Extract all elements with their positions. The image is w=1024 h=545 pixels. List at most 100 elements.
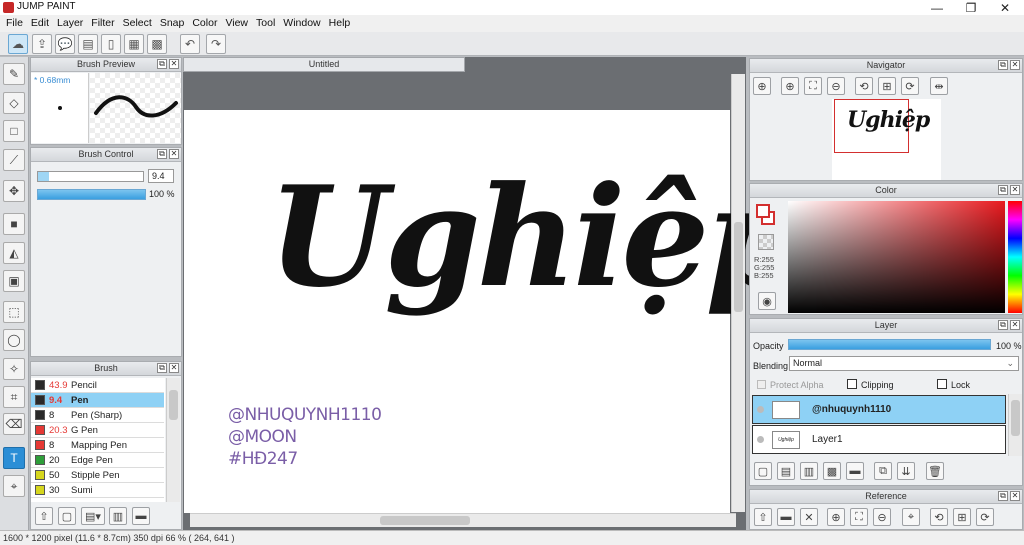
close-icon[interactable]: ✕ — [169, 363, 179, 373]
line-tool-icon[interactable]: ⟋ — [3, 149, 25, 171]
close-icon[interactable]: ✕ — [169, 59, 179, 69]
background-color-swatch[interactable] — [756, 204, 770, 218]
popout-icon[interactable]: ⧉ — [157, 363, 167, 373]
new-tone-layer-icon[interactable]: ▩ — [823, 462, 841, 480]
layer-item[interactable]: Ughiệp Layer1 — [752, 425, 1006, 454]
marquee-tool-icon[interactable]: ⬚ — [3, 301, 25, 323]
brush-item[interactable]: 43.9 Pencil — [31, 378, 164, 393]
reference-fit-icon[interactable]: ⛶ — [850, 508, 868, 526]
close-icon[interactable]: ✕ — [1010, 491, 1020, 501]
color-saturation-field[interactable] — [788, 201, 1005, 313]
brush-menu-icon[interactable]: ▤▾ — [81, 507, 105, 525]
reference-rotate-right-icon[interactable]: ⟳ — [976, 508, 994, 526]
maximize-button[interactable]: ❐ — [954, 0, 988, 15]
brush-size-input[interactable]: 9.4 — [148, 169, 174, 183]
hue-slider[interactable] — [1008, 201, 1022, 313]
flip-horizontal-icon[interactable]: ⇹ — [930, 77, 948, 95]
brush-item[interactable]: 8 Pen (Sharp) — [31, 408, 164, 423]
speech-bubble-icon[interactable]: 💬 — [55, 34, 75, 54]
popout-icon[interactable]: ⧉ — [157, 149, 167, 159]
new-layer-icon[interactable]: ▢ — [754, 462, 772, 480]
reference-reset-icon[interactable]: ⊞ — [953, 508, 971, 526]
layer-opacity-slider[interactable] — [788, 339, 991, 350]
settings-grid-icon[interactable]: ▩ — [147, 34, 167, 54]
brush-upload-icon[interactable]: ⇧ — [35, 507, 53, 525]
fit-screen-icon[interactable]: ⛶ — [804, 77, 822, 95]
merge-layer-icon[interactable]: ⇊ — [897, 462, 915, 480]
reference-upload-icon[interactable]: ⇧ — [754, 508, 772, 526]
palette-icon[interactable]: ◉ — [758, 292, 776, 310]
visibility-dot-icon[interactable] — [757, 436, 764, 443]
close-icon[interactable]: ✕ — [169, 149, 179, 159]
navigator-thumbnail[interactable]: Ughiệp — [832, 99, 941, 180]
menu-filter[interactable]: Filter — [87, 15, 118, 32]
close-icon[interactable]: ✕ — [1010, 185, 1020, 195]
popout-icon[interactable]: ⧉ — [157, 59, 167, 69]
zoom-out-icon[interactable]: ⊖ — [827, 77, 845, 95]
new-text-layer-icon[interactable]: ▥ — [800, 462, 818, 480]
comment-box-icon[interactable]: ▤ — [78, 34, 98, 54]
menu-select[interactable]: Select — [119, 15, 156, 32]
lasso-tool-icon[interactable]: ◯ — [3, 329, 25, 351]
menu-file[interactable]: File — [2, 15, 27, 32]
document-icon[interactable]: ▯ — [101, 34, 121, 54]
new-raster-layer-icon[interactable]: ▤ — [777, 462, 795, 480]
protect-alpha-checkbox[interactable] — [757, 380, 766, 389]
lock-checkbox[interactable] — [937, 379, 947, 389]
menu-layer[interactable]: Layer — [53, 15, 87, 32]
transparent-color-swatch[interactable] — [758, 234, 774, 250]
rotate-left-icon[interactable]: ⟲ — [855, 77, 873, 95]
reset-rotation-icon[interactable]: ⊞ — [878, 77, 896, 95]
menu-window[interactable]: Window — [279, 15, 324, 32]
popout-icon[interactable]: ⧉ — [998, 320, 1008, 330]
menu-tool[interactable]: Tool — [252, 15, 279, 32]
clipping-checkbox[interactable] — [847, 379, 857, 389]
brush-tool-icon[interactable]: ✎ — [3, 63, 25, 85]
menu-view[interactable]: View — [221, 15, 252, 32]
rectangle-select-tool-icon[interactable]: □ — [3, 120, 25, 142]
panel-layout-icon[interactable]: ▦ — [124, 34, 144, 54]
fill-shape-tool-icon[interactable]: ■ — [3, 213, 25, 235]
blending-select[interactable]: Normal ⌄ — [789, 356, 1019, 371]
gradient-tool-icon[interactable]: ▣ — [3, 270, 25, 292]
layer-item[interactable]: @nhuquynh1110 — [752, 395, 1006, 424]
reference-eyedropper-icon[interactable]: ⌖ — [902, 508, 920, 526]
popout-icon[interactable]: ⧉ — [998, 185, 1008, 195]
popout-icon[interactable]: ⧉ — [998, 60, 1008, 70]
brush-item[interactable]: 8 Mapping Pen — [31, 438, 164, 453]
visibility-dot-icon[interactable] — [757, 406, 764, 413]
redo-icon[interactable]: ↷ — [206, 34, 226, 54]
new-brush-icon[interactable]: ▢ — [58, 507, 76, 525]
menu-snap[interactable]: Snap — [156, 15, 189, 32]
zoom-reset-icon[interactable]: ⊕ — [753, 77, 771, 95]
canvas-vertical-scrollbar[interactable] — [731, 74, 745, 512]
scrollbar-thumb[interactable] — [1011, 400, 1020, 436]
horizontal-scrollbar-thumb[interactable] — [380, 516, 470, 525]
popout-icon[interactable]: ⧉ — [998, 491, 1008, 501]
canvas-paper[interactable]: Ughiệp @NHUQUYNH1110 @MOON #HĐ247 — [184, 110, 802, 513]
close-button[interactable]: ✕ — [988, 0, 1022, 15]
brush-item[interactable]: 30 Sumi — [31, 483, 164, 498]
close-icon[interactable]: ✕ — [1010, 60, 1020, 70]
new-folder-icon[interactable]: ▬ — [846, 462, 864, 480]
select-eraser-tool-icon[interactable]: ⌫ — [3, 413, 25, 435]
move-tool-icon[interactable]: ✥ — [3, 180, 25, 202]
share-icon[interactable]: ⇪ — [32, 34, 52, 54]
text-tool-icon[interactable]: T — [3, 447, 25, 469]
zoom-in-icon[interactable]: ⊕ — [781, 77, 799, 95]
menu-help[interactable]: Help — [325, 15, 355, 32]
brush-item[interactable]: 20 Edge Pen — [31, 453, 164, 468]
brush-folder-icon[interactable]: ▬ — [132, 507, 150, 525]
select-pen-tool-icon[interactable]: ⌗ — [3, 386, 25, 408]
cloud-sync-icon[interactable]: ☁ — [8, 34, 28, 54]
reference-close-icon[interactable]: ✕ — [800, 508, 818, 526]
close-icon[interactable]: ✕ — [1010, 320, 1020, 330]
eyedropper-tool-icon[interactable]: ⌖ — [3, 475, 25, 497]
menu-color[interactable]: Color — [188, 15, 221, 32]
brush-size-slider[interactable] — [37, 171, 144, 182]
scrollbar-thumb[interactable] — [169, 390, 178, 420]
reference-open-icon[interactable]: ▬ — [777, 508, 795, 526]
brush-opacity-slider[interactable] — [37, 189, 146, 200]
brush-item[interactable]: 9.4 Pen — [31, 393, 164, 408]
undo-icon[interactable]: ↶ — [180, 34, 200, 54]
